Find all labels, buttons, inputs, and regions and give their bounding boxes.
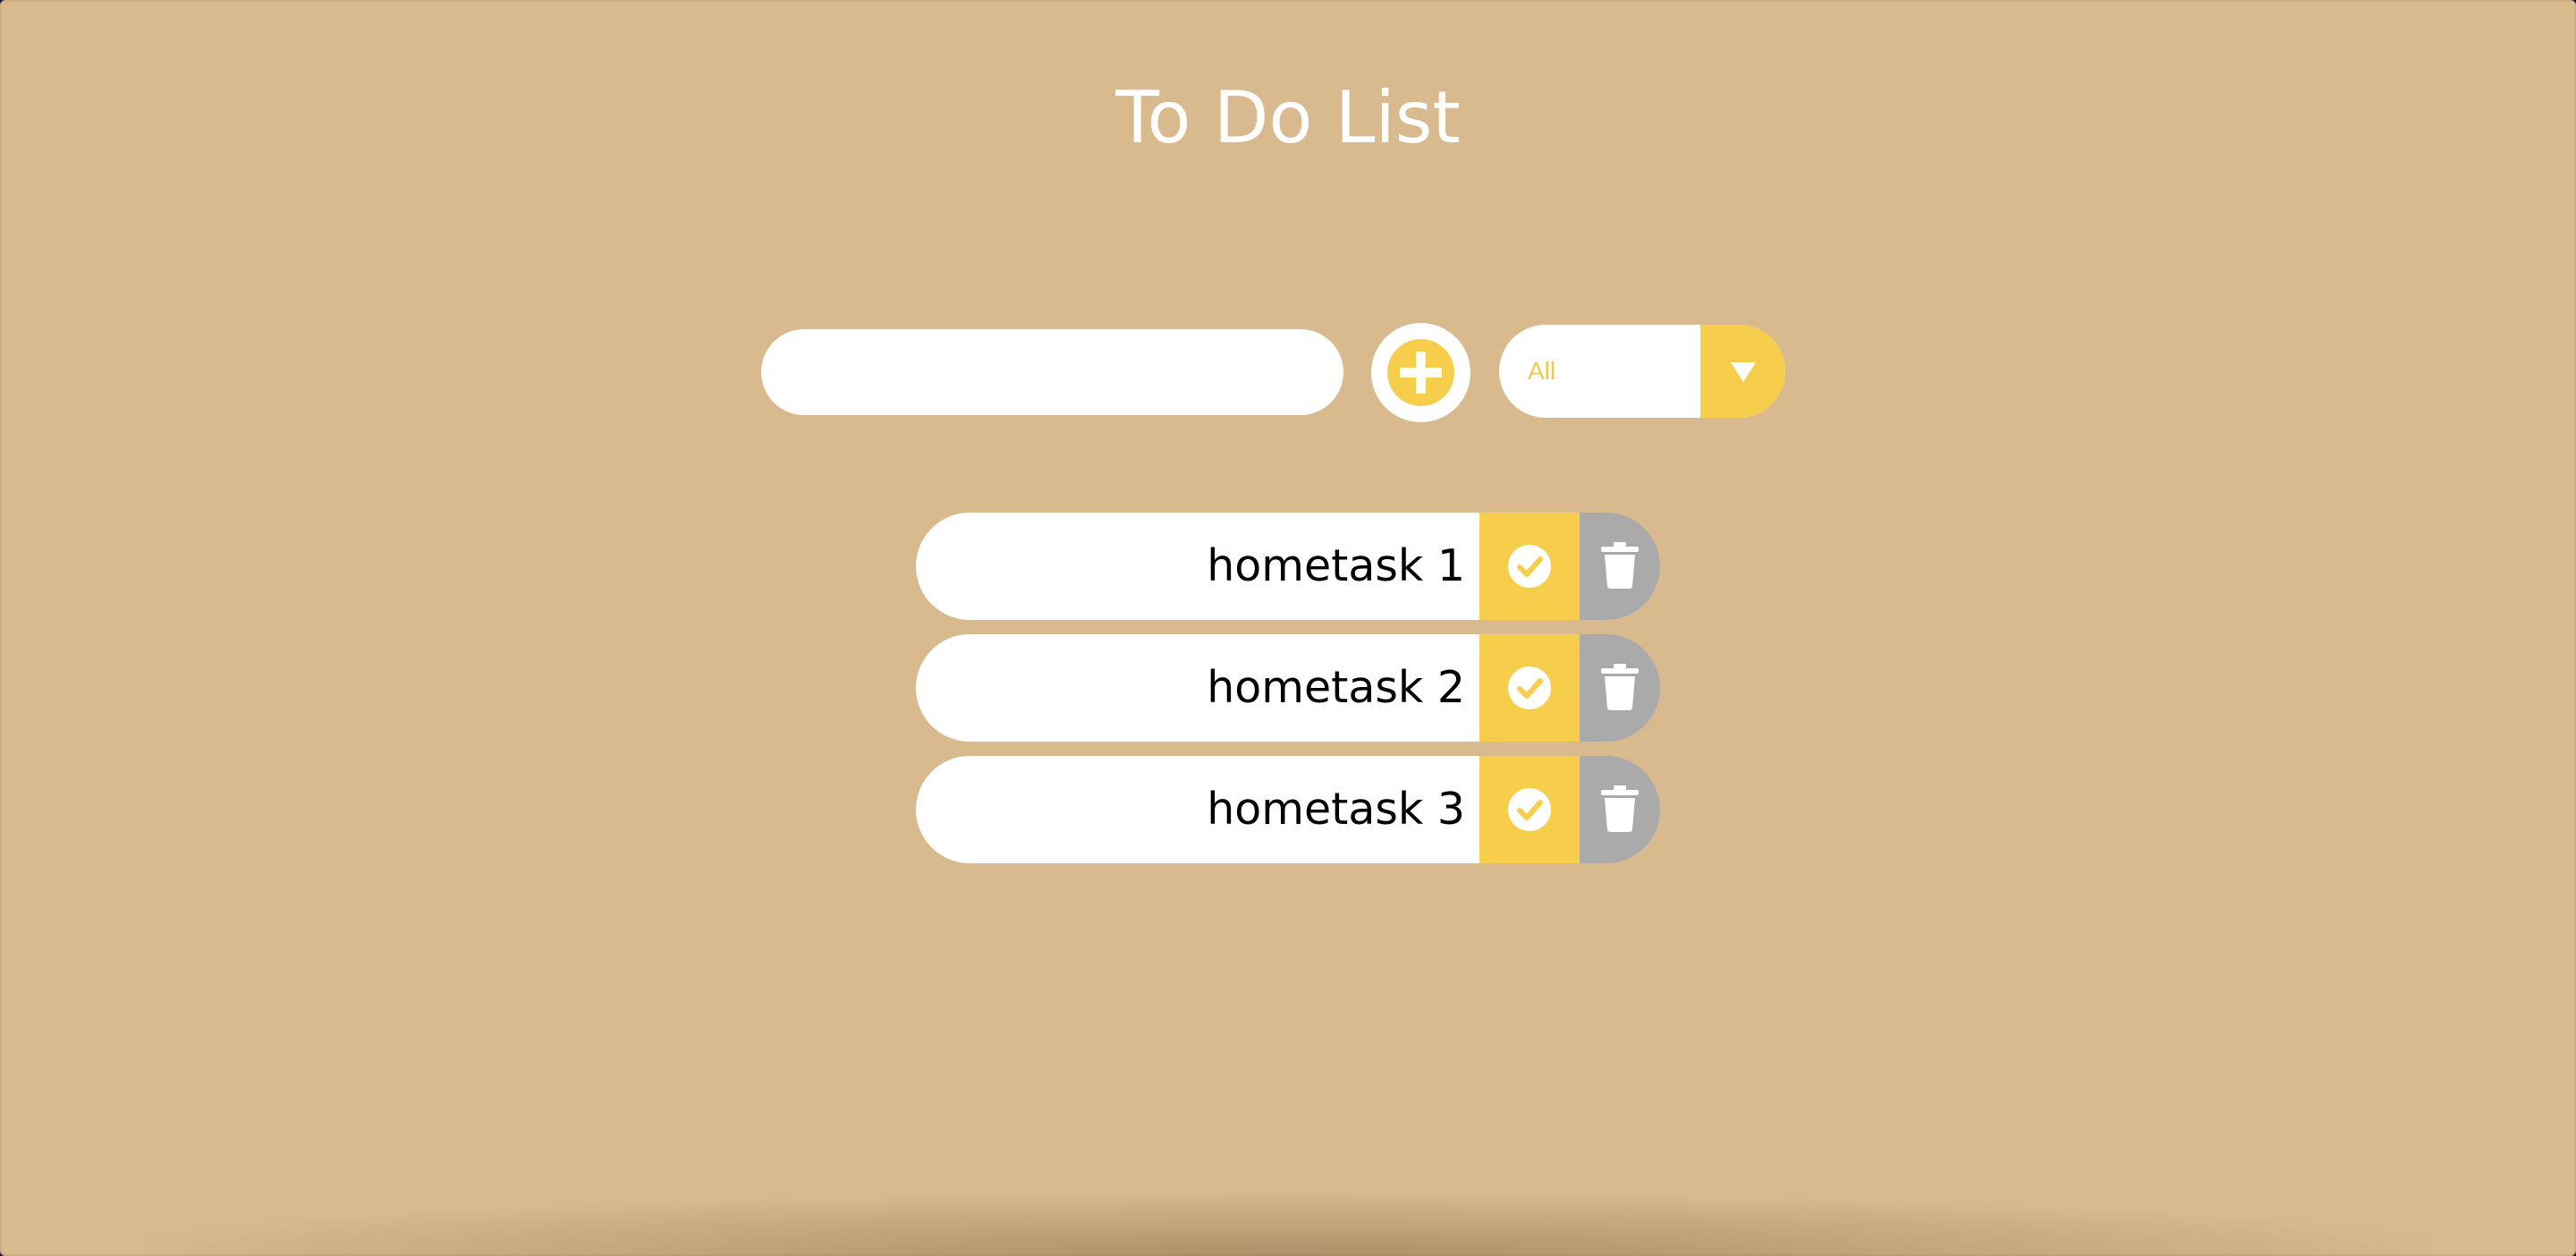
todo-text: hometask 2 xyxy=(916,634,1479,742)
todo-list: hometask 1 hometask 2 hometask 3 xyxy=(916,513,1660,878)
filter-selected-value: All xyxy=(1528,357,1556,385)
todo-input[interactable] xyxy=(761,329,1343,415)
delete-button[interactable] xyxy=(1580,634,1660,742)
triangle-down-icon xyxy=(1731,362,1756,382)
delete-button[interactable] xyxy=(1580,513,1660,620)
bottom-shadow xyxy=(143,1194,2433,1256)
filter-select[interactable]: All xyxy=(1499,325,1785,418)
todo-item: hometask 1 xyxy=(916,513,1660,620)
todo-text: hometask 1 xyxy=(916,513,1479,620)
check-circle-icon xyxy=(1508,666,1551,709)
filter-dropdown-toggle[interactable] xyxy=(1700,325,1785,418)
complete-button[interactable] xyxy=(1479,513,1580,620)
complete-button[interactable] xyxy=(1479,634,1580,742)
todo-text: hometask 3 xyxy=(916,756,1479,863)
todo-item: hometask 2 xyxy=(916,634,1660,742)
todo-item: hometask 3 xyxy=(916,756,1660,863)
trash-icon xyxy=(1601,542,1639,589)
check-circle-icon xyxy=(1508,545,1551,588)
trash-icon xyxy=(1601,664,1639,710)
app-container: To Do List All hometask 1 hometask 2 hom… xyxy=(0,0,2576,1256)
trash-icon xyxy=(1601,785,1639,832)
plus-circle-icon xyxy=(1387,339,1454,406)
page-title: To Do List xyxy=(1115,76,1461,159)
complete-button[interactable] xyxy=(1479,756,1580,863)
add-todo-button[interactable] xyxy=(1371,323,1470,422)
delete-button[interactable] xyxy=(1580,756,1660,863)
check-circle-icon xyxy=(1508,788,1551,831)
